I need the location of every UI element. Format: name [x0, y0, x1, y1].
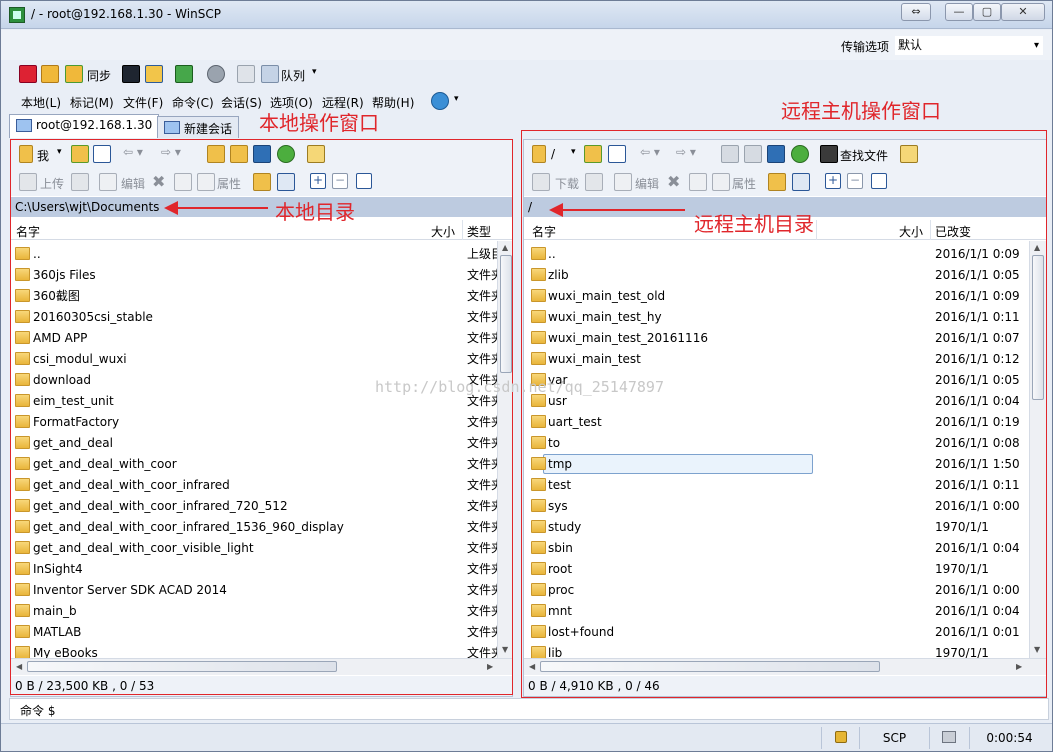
synchronize-browse-icon[interactable]	[41, 65, 59, 83]
maximize-button[interactable]: ▢	[973, 3, 1001, 21]
queue-button[interactable]: 队列	[281, 67, 305, 84]
queue-dropdown-icon[interactable]: ▾	[312, 67, 317, 77]
session-timer: 0:00:54	[969, 727, 1049, 749]
session-icon[interactable]	[175, 65, 193, 83]
transfer-options-bar: 传输选项 默认	[1, 30, 1052, 60]
transfer-options-select[interactable]: 默认	[895, 36, 1043, 55]
tab-label: 新建会话	[184, 122, 233, 136]
remote-window-annotation: 远程主机操作窗口	[781, 99, 941, 123]
gear-icon[interactable]	[207, 65, 225, 83]
command-line[interactable]: 命令 $	[9, 698, 1049, 720]
title-bar: / - root@192.168.1.30 - WinSCP ⇔ — ▢ ✕	[1, 1, 1052, 29]
transfer-options-label: 传输选项	[841, 40, 890, 54]
globe-icon[interactable]	[431, 92, 449, 110]
command-prompt-label: 命令 $	[20, 704, 56, 718]
tab-label: root@192.168.1.30	[36, 118, 153, 132]
local-dir-annotation: 本地目录	[275, 200, 355, 224]
queue-icon[interactable]	[261, 65, 279, 83]
remote-dir-arrow	[549, 203, 685, 217]
restore-swap-icon[interactable]: ⇔	[901, 3, 931, 21]
main-toolbar: 同步 队列 ▾	[9, 61, 1049, 87]
protocol-indicator: SCP	[859, 727, 929, 749]
monitor-icon	[16, 119, 32, 132]
lock-icon	[821, 727, 859, 749]
synchronize-icon[interactable]	[65, 65, 83, 83]
menu-mark[interactable]: 标记(M)	[70, 94, 114, 111]
connection-icon	[929, 727, 969, 749]
minimize-button[interactable]: —	[945, 3, 973, 21]
close-button[interactable]: ✕	[1001, 3, 1045, 21]
synchronize-button[interactable]: 同步	[87, 67, 111, 84]
menu-command[interactable]: 命令(C)	[172, 94, 214, 111]
local-window-highlight	[10, 139, 513, 695]
tab-new-session[interactable]: 新建会话	[157, 116, 240, 138]
status-bar: SCP 0:00:54	[1, 723, 1052, 751]
menu-session[interactable]: 会话(S)	[221, 94, 262, 111]
new-session-icon	[164, 121, 180, 134]
tab-session-root[interactable]: root@192.168.1.30	[9, 114, 160, 138]
menu-file[interactable]: 文件(F)	[123, 94, 163, 111]
winscp-app-icon	[9, 7, 25, 23]
watermark: http://blog.csdn.net/qq_25147897	[375, 378, 664, 396]
terminal-icon[interactable]	[122, 65, 140, 83]
window-title: / - root@192.168.1.30 - WinSCP	[31, 7, 221, 21]
putty-icon[interactable]	[145, 65, 163, 83]
queue-list-icon[interactable]	[237, 65, 255, 83]
winscp-window: / - root@192.168.1.30 - WinSCP ⇔ — ▢ ✕ 传…	[0, 0, 1053, 752]
compare-dirs-icon[interactable]	[19, 65, 37, 83]
globe-dropdown-icon[interactable]: ▾	[454, 94, 459, 104]
local-dir-arrow	[164, 201, 268, 215]
menu-local[interactable]: 本地(L)	[21, 94, 61, 111]
remote-dir-annotation: 远程主机目录	[694, 212, 814, 236]
local-window-annotation: 本地操作窗口	[259, 111, 379, 135]
